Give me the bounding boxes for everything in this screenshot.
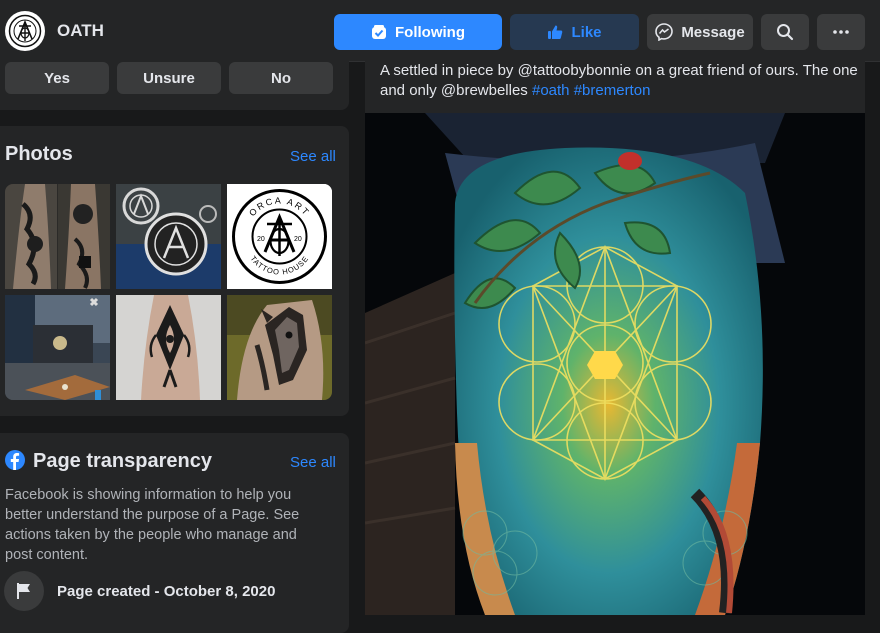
transparency-description: Facebook is showing information to help …: [5, 487, 300, 563]
oath-logo-icon: [8, 14, 42, 48]
post-card: A settled in piece by @tattoobybonnie on…: [365, 56, 865, 615]
flag-icon: [17, 583, 30, 599]
hashtag-oath-link[interactable]: #oath: [532, 82, 570, 99]
checkmark-box-icon: [372, 25, 386, 39]
photos-see-all-link[interactable]: See all: [290, 148, 336, 165]
no-button[interactable]: No: [229, 62, 333, 94]
search-icon: [777, 24, 794, 41]
page-avatar[interactable]: [5, 11, 45, 51]
transparency-see-all-link[interactable]: See all: [290, 454, 336, 471]
rsvp-panel: Yes Unsure No: [0, 56, 349, 110]
logo-year-right: 20: [294, 236, 302, 243]
message-label: Message: [681, 23, 745, 41]
page-transparency-title: Page transparency: [33, 450, 212, 472]
page-created-text: Page created - October 8, 2020: [57, 583, 276, 600]
logo-year-left: 20: [257, 236, 265, 243]
like-button[interactable]: Like: [510, 14, 639, 50]
page-created-icon-wrap: [4, 571, 44, 611]
more-options-button[interactable]: [817, 14, 865, 50]
orca-art-logo-photo[interactable]: ORCA ART TATTOO HOUSE 20 20: [227, 184, 332, 289]
search-button[interactable]: [761, 14, 809, 50]
unsure-button[interactable]: Unsure: [117, 62, 221, 94]
following-button[interactable]: Following: [334, 14, 502, 50]
more-dots-icon: [833, 30, 849, 34]
post-photo[interactable]: [365, 113, 865, 615]
page-name[interactable]: OATH: [57, 21, 104, 41]
page-transparency-panel: Page transparency See all Facebook is sh…: [0, 433, 349, 633]
logo-stamp-photo[interactable]: [116, 184, 221, 289]
ornamental-tattoo-photo[interactable]: [116, 295, 221, 400]
yes-button[interactable]: Yes: [5, 62, 109, 94]
message-button[interactable]: Message: [647, 14, 753, 50]
photos-panel: Photos See all ORCA ART TATTOO HOUSE 20 …: [0, 126, 349, 416]
horse-tattoo-photo[interactable]: [227, 295, 332, 400]
page-header-bar: OATH Following Like Message: [0, 0, 880, 62]
hashtag-bremerton-link[interactable]: #bremerton: [574, 82, 651, 99]
like-label: Like: [571, 23, 602, 41]
forearm-tattoo-photo[interactable]: [5, 184, 110, 289]
photos-title: Photos: [5, 143, 73, 165]
post-caption: A settled in piece by @tattoobybonnie on…: [380, 61, 858, 101]
facebook-icon: [5, 450, 25, 470]
shop-interior-photo[interactable]: [5, 295, 110, 400]
thumbs-up-icon: [548, 25, 563, 39]
messenger-icon: [655, 23, 674, 41]
following-label: Following: [395, 23, 465, 41]
